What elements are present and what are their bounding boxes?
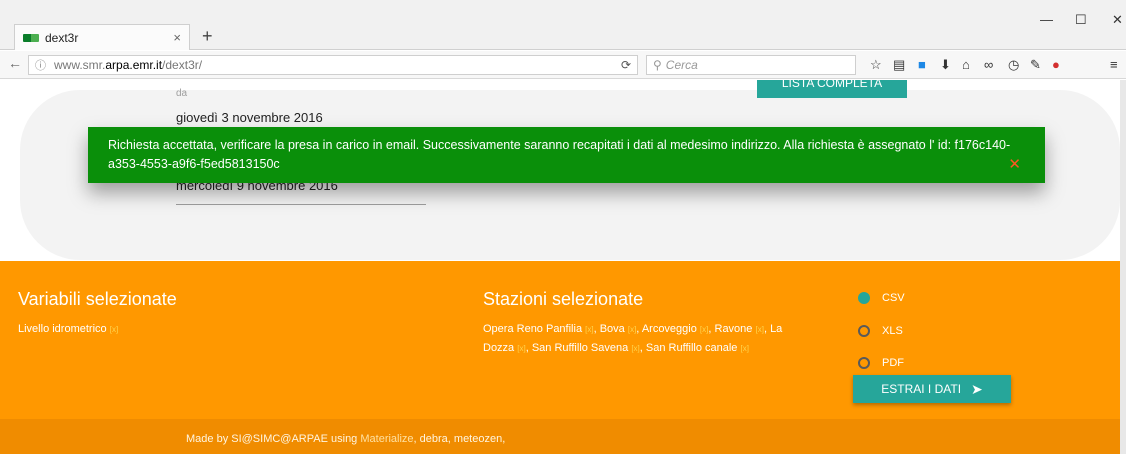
station-item: San Ruffillo canale [645, 342, 738, 354]
format-label-pdf: PDF [882, 357, 904, 369]
search-icon: ⚲ [653, 58, 662, 72]
format-radio-pdf[interactable]: PDF [858, 357, 904, 369]
format-label-xls: XLS [882, 325, 903, 337]
privacy-icon[interactable]: ∞ [984, 57, 993, 72]
download-icon[interactable]: ⬇ [940, 57, 951, 73]
tab-close-icon[interactable]: × [173, 30, 181, 45]
toast-close-icon[interactable]: ✕ [1008, 155, 1021, 174]
radio-empty-icon [858, 325, 870, 337]
ublock-icon[interactable]: ● [1052, 57, 1060, 72]
materialize-link[interactable]: Materialize [360, 433, 413, 445]
remove-station-link[interactable]: [x] [517, 344, 525, 353]
tab-title: dext3r [45, 30, 79, 45]
footer-credits: Made by SI@SIMC@ARPAE using Materialize,… [186, 433, 505, 445]
history-icon[interactable]: ◷ [1008, 57, 1019, 73]
browser-titlebar: dext3r × + — ☐ ✕ [0, 0, 1126, 50]
remove-station-link[interactable]: [x] [585, 325, 593, 334]
station-item: San Ruffillo Savena [531, 342, 629, 354]
extract-data-button[interactable]: ESTRAI I DATI ➤ [853, 375, 1011, 403]
success-toast: Richiesta accettata, verificare la presa… [88, 127, 1045, 183]
remove-station-link[interactable]: [x] [740, 344, 748, 353]
station-item: Opera Reno Panfilia [483, 323, 583, 335]
toast-message: Richiesta accettata, verificare la presa… [108, 138, 1011, 171]
from-date-label: da [176, 88, 188, 99]
stations-list: Opera Reno Panfilia [x], Bova [x], Arcov… [483, 323, 783, 354]
station-item: Bova [599, 323, 625, 335]
station-item: Arcoveggio [641, 323, 697, 335]
format-radio-xls[interactable]: XLS [858, 325, 903, 337]
footer-suffix: , debra, meteozen, [413, 433, 506, 445]
reload-icon[interactable]: ⟳ [621, 58, 631, 72]
remove-station-link[interactable]: [x] [628, 325, 636, 334]
radio-empty-icon [858, 357, 870, 369]
remove-station-link[interactable]: [x] [755, 325, 763, 334]
back-arrow-icon[interactable]: ← [8, 55, 22, 71]
footer-prefix: Made by SI@SIMC@ARPAE using [186, 433, 361, 445]
url-path: /dext3r/ [162, 58, 203, 72]
address-bar[interactable]: ⓘ www.smr. arpa.emr.it/dext3r/ ⟳ [28, 55, 638, 75]
full-list-label: LISTA COMPLETA [781, 80, 883, 90]
search-placeholder: Cerca [665, 58, 698, 72]
format-label-csv: CSV [882, 292, 905, 304]
minimize-button[interactable]: — [1040, 12, 1053, 27]
site-favicon-icon [23, 33, 39, 42]
variables-list: Livello idrometrico [x] [18, 320, 118, 339]
tools-icon[interactable]: ✎ [1030, 57, 1041, 73]
close-window-button[interactable]: ✕ [1112, 12, 1123, 28]
full-list-button[interactable]: LISTA COMPLETA [757, 80, 907, 98]
radio-selected-icon [858, 292, 870, 304]
send-icon: ➤ [971, 380, 983, 397]
reading-list-icon[interactable]: ▤ [893, 57, 905, 73]
browser-tab[interactable]: dext3r × [14, 24, 190, 50]
search-input[interactable]: ⚲ Cerca [646, 55, 856, 75]
extract-data-label: ESTRAI I DATI [881, 382, 962, 396]
remove-station-link[interactable]: [x] [631, 344, 639, 353]
stations-title: Stazioni selezionate [483, 289, 644, 309]
from-date-field[interactable]: giovedì 3 novembre 2016 [176, 110, 323, 125]
maximize-button[interactable]: ☐ [1075, 12, 1087, 28]
home-icon[interactable]: ⌂ [962, 57, 970, 72]
remove-variable-link[interactable]: [x] [110, 325, 118, 334]
site-info-icon[interactable]: ⓘ [35, 57, 46, 73]
variables-title: Variabili selezionate [18, 289, 177, 309]
station-item: Ravone [714, 323, 753, 335]
extension-icon[interactable]: ■ [918, 57, 926, 72]
menu-icon[interactable]: ≡ [1110, 57, 1118, 72]
footer: Made by SI@SIMC@ARPAE using Materialize,… [0, 419, 1126, 454]
url-prefix: www.smr. [54, 58, 106, 72]
bookmark-star-icon[interactable]: ☆ [870, 57, 882, 73]
date-underline [176, 204, 426, 205]
variable-item: Livello idrometrico [18, 323, 107, 335]
url-host: arpa.emr.it [105, 58, 163, 72]
remove-station-link[interactable]: [x] [700, 325, 708, 334]
format-radio-csv[interactable]: CSV [858, 292, 905, 304]
page-scrollbar[interactable] [1120, 80, 1126, 454]
new-tab-button[interactable]: + [202, 26, 213, 47]
